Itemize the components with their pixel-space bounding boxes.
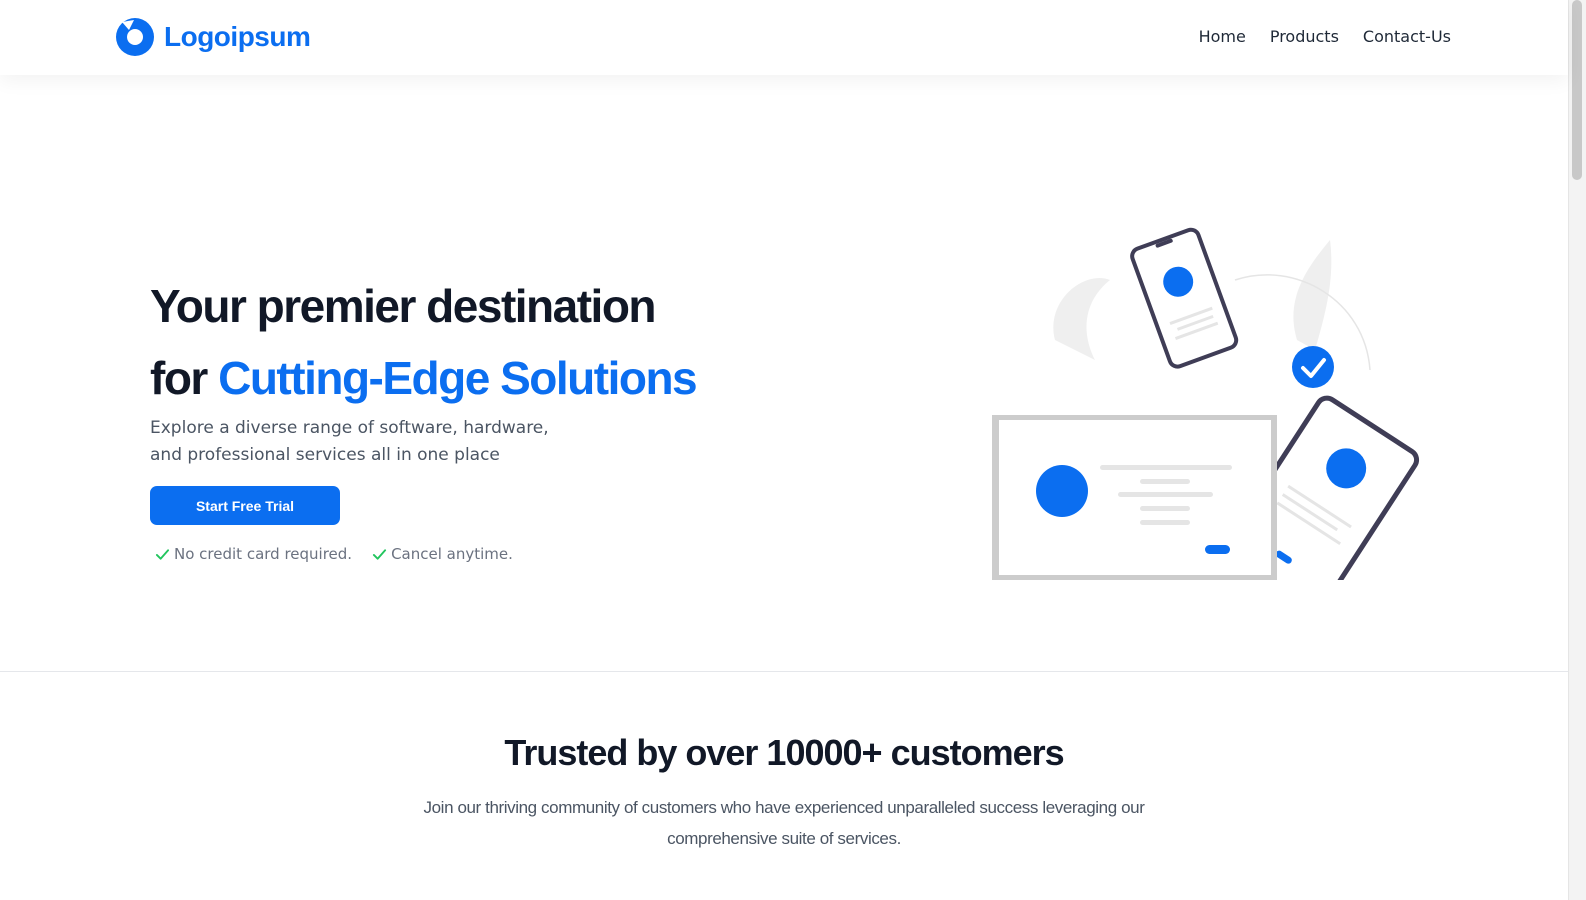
trust-description: Join our thriving community of customers… (423, 798, 1145, 848)
benefit-item: No credit card required. (155, 545, 352, 563)
trust-title: Trusted by over 10000+ customers (504, 732, 1064, 773)
benefit-label: No credit card required. (174, 545, 353, 563)
logo-icon (116, 18, 154, 56)
hero-subtext: Explore a diverse range of software, har… (150, 415, 570, 469)
benefits-list: No credit card required. Cancel anytime. (155, 545, 513, 563)
start-free-trial-button[interactable]: Start Free Trial (150, 486, 340, 525)
main-nav: Home Products Contact-Us (1199, 27, 1451, 46)
benefit-item: Cancel anytime. (372, 545, 513, 563)
headline-line2-prefix: for (150, 352, 219, 404)
devices-illustration (992, 227, 1420, 580)
hero-section: Your premier destination for Cutting-Edg… (0, 75, 1568, 672)
scrollbar-thumb[interactable] (1572, 0, 1582, 180)
headline-line1: Your premier destination (150, 280, 657, 332)
subtext-line2: and professional services all in one pla… (150, 445, 500, 465)
brand-name: Logoipsum (164, 21, 311, 52)
trust-section: Trusted by over 10000+ customers Join ou… (0, 672, 1568, 900)
nav-contact-us[interactable]: Contact-Us (1363, 27, 1451, 46)
scrollbar[interactable] (1568, 0, 1586, 900)
subtext-line1: Explore a diverse range of software, har… (150, 418, 549, 438)
hero-headline: Your premier destination for Cutting-Edg… (150, 270, 698, 414)
headline-accent: Cutting-Edge Solutions (218, 352, 698, 404)
benefit-label: Cancel anytime. (391, 545, 513, 563)
logo[interactable]: Logoipsum (114, 16, 311, 58)
check-icon (155, 548, 170, 560)
navbar: Logoipsum Home Products Contact-Us (0, 0, 1568, 75)
check-icon (373, 548, 387, 560)
nav-home[interactable]: Home (1199, 27, 1246, 46)
nav-products[interactable]: Products (1270, 27, 1339, 46)
